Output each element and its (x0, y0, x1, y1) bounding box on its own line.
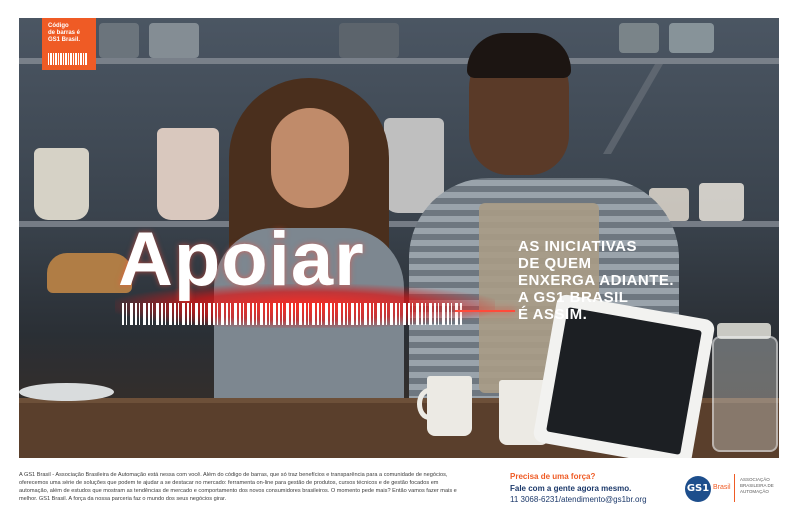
tagline-line: DE QUEM (518, 255, 592, 272)
cta-question: Precisa de uma força? (510, 472, 596, 481)
scan-laser (455, 310, 515, 312)
tagline-line: É ASSIM. (518, 306, 588, 323)
glass-jar (712, 336, 778, 452)
footer-body-text: A GS1 Brasil - Associação Brasileira de … (19, 472, 457, 502)
shelf-cup (149, 23, 199, 58)
tagline-line: A GS1 BRASIL (518, 289, 629, 306)
shelf-mug (699, 183, 744, 221)
barcode-graphic (122, 303, 462, 325)
barcode-icon (48, 53, 88, 65)
badge-line: GS1 Brasil. (48, 37, 81, 43)
bowl-stack (34, 148, 89, 220)
shelf-cup (99, 23, 139, 58)
contact-info[interactable]: 11 3068-6231/atendimento@gs1br.org (510, 495, 647, 504)
plate (19, 383, 114, 401)
logo-mark: GS1 (686, 483, 710, 494)
barcode-badge: Código de barras é GS1 Brasil. (42, 18, 96, 70)
logo-description: ASSOCIAÇÃO BRASILEIRA DE AUTOMAÇÃO (740, 477, 774, 494)
shelf-cup (339, 23, 399, 58)
badge-text: Código de barras é GS1 Brasil. (48, 23, 94, 44)
woman-face (271, 108, 349, 208)
gs1-logo: GS1 (685, 476, 711, 502)
tagline: AS INICIATIVAS DE QUEM ENXERGA ADIANTE. … (518, 238, 718, 323)
mug-handle (417, 388, 441, 420)
tagline-line: AS INICIATIVAS (518, 238, 637, 255)
logo-sub: Brasil (713, 484, 731, 491)
man-hair (467, 33, 571, 78)
headline: Apoiar (118, 217, 365, 302)
badge-line: Código (48, 23, 69, 29)
tagline-line: ENXERGA ADIANTE. (518, 272, 675, 289)
tablet-screen (546, 307, 702, 455)
logo-divider (734, 474, 735, 502)
badge-line: de barras é (48, 30, 81, 36)
cta-line: Fale com a gente agora mesmo. (510, 484, 632, 493)
